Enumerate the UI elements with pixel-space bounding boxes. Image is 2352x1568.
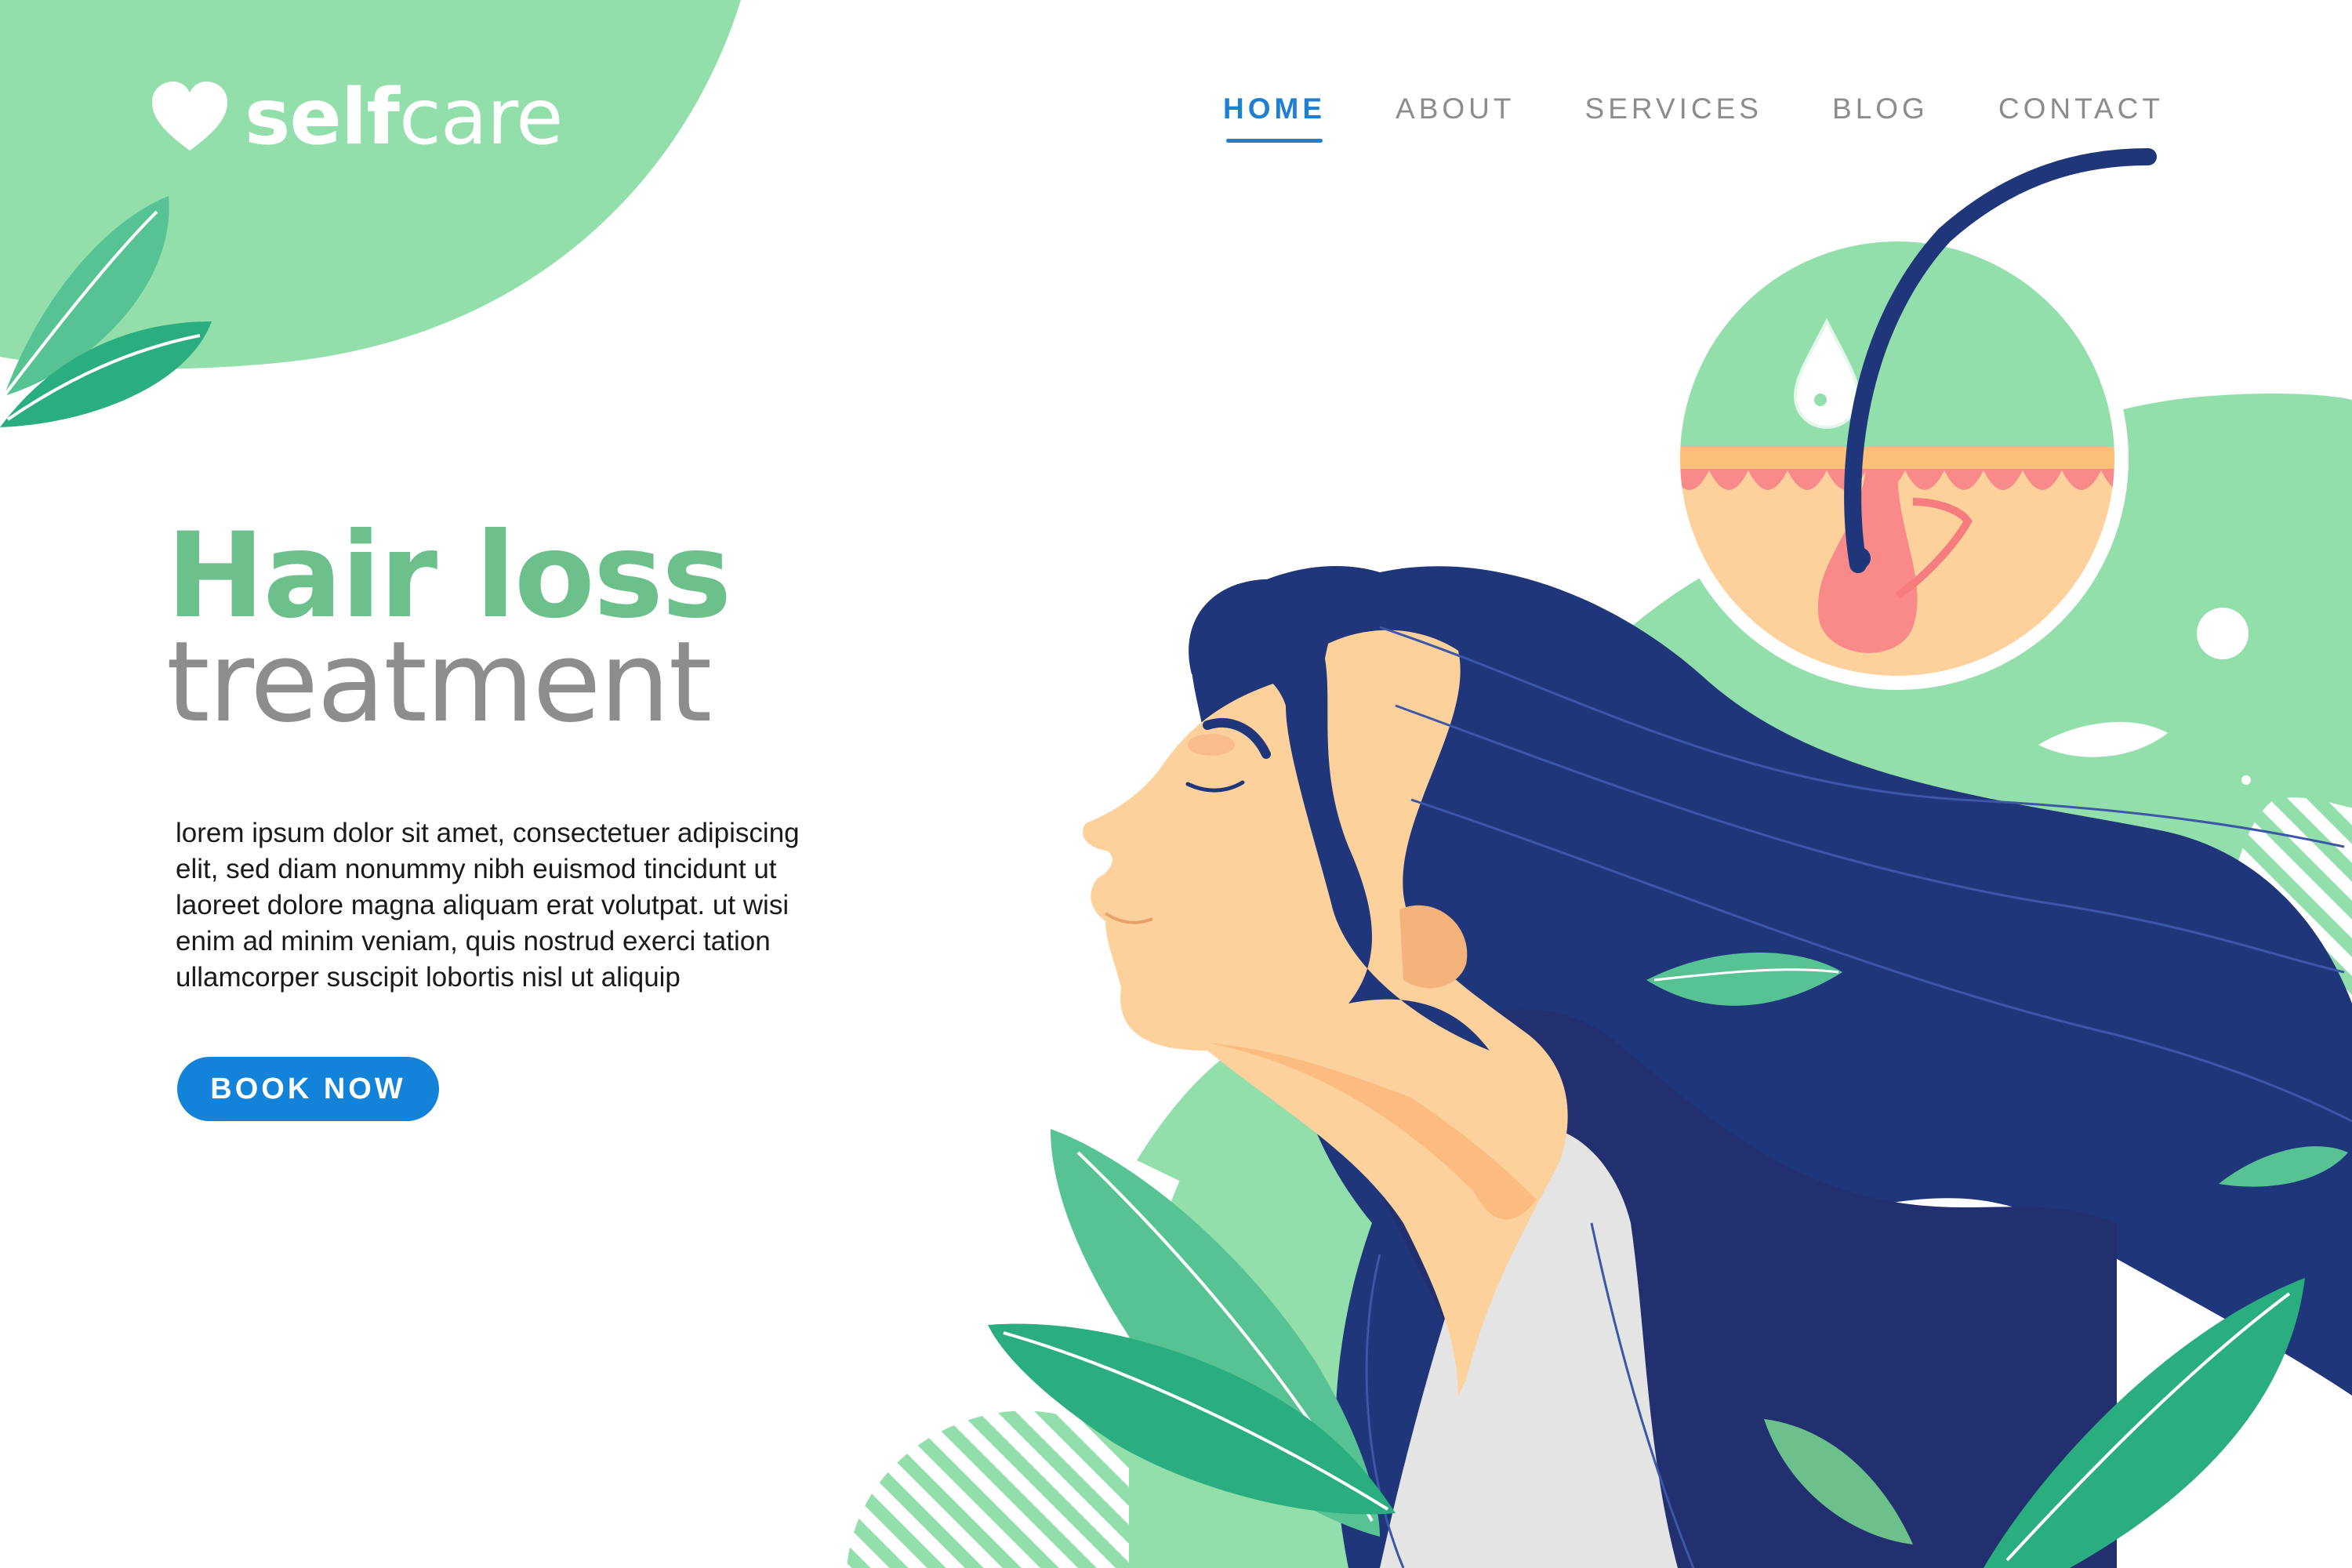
heart-icon: [152, 82, 227, 151]
hero-illustration: [0, 0, 2352, 1568]
nav-about[interactable]: ABOUT: [1396, 93, 1515, 140]
brand-logo[interactable]: selfcare: [151, 73, 563, 162]
description-line: laoreet dolore magna aliquam erat volutp…: [176, 890, 789, 920]
description-line: ullamcorper suscipit lobortis nisl ut al…: [176, 962, 681, 993]
nav-blog[interactable]: BLOG: [1832, 93, 1929, 140]
main-nav: HOME ABOUT SERVICES BLOG CONTACT: [1223, 93, 2164, 143]
nav-home[interactable]: HOME: [1223, 93, 1326, 143]
nav-services[interactable]: SERVICES: [1585, 93, 1762, 140]
stripe-patch-bottom: [847, 1410, 1129, 1568]
brand-wordmark: selfcare: [245, 73, 563, 162]
hero-description: lorem ipsum dolor sit amet, consectetuer…: [176, 815, 858, 996]
description-line: elit, sed diam nonummy nibh euismod tinc…: [176, 854, 777, 884]
hero-title-line2: treatment: [166, 618, 712, 747]
description-line: enim ad minim veniam, quis nostrud exerc…: [176, 926, 771, 956]
book-now-button[interactable]: BOOK NOW: [177, 1057, 439, 1121]
description-line: lorem ipsum dolor sit amet, consectetuer…: [176, 818, 800, 848]
nav-contact[interactable]: CONTACT: [1998, 93, 2164, 140]
